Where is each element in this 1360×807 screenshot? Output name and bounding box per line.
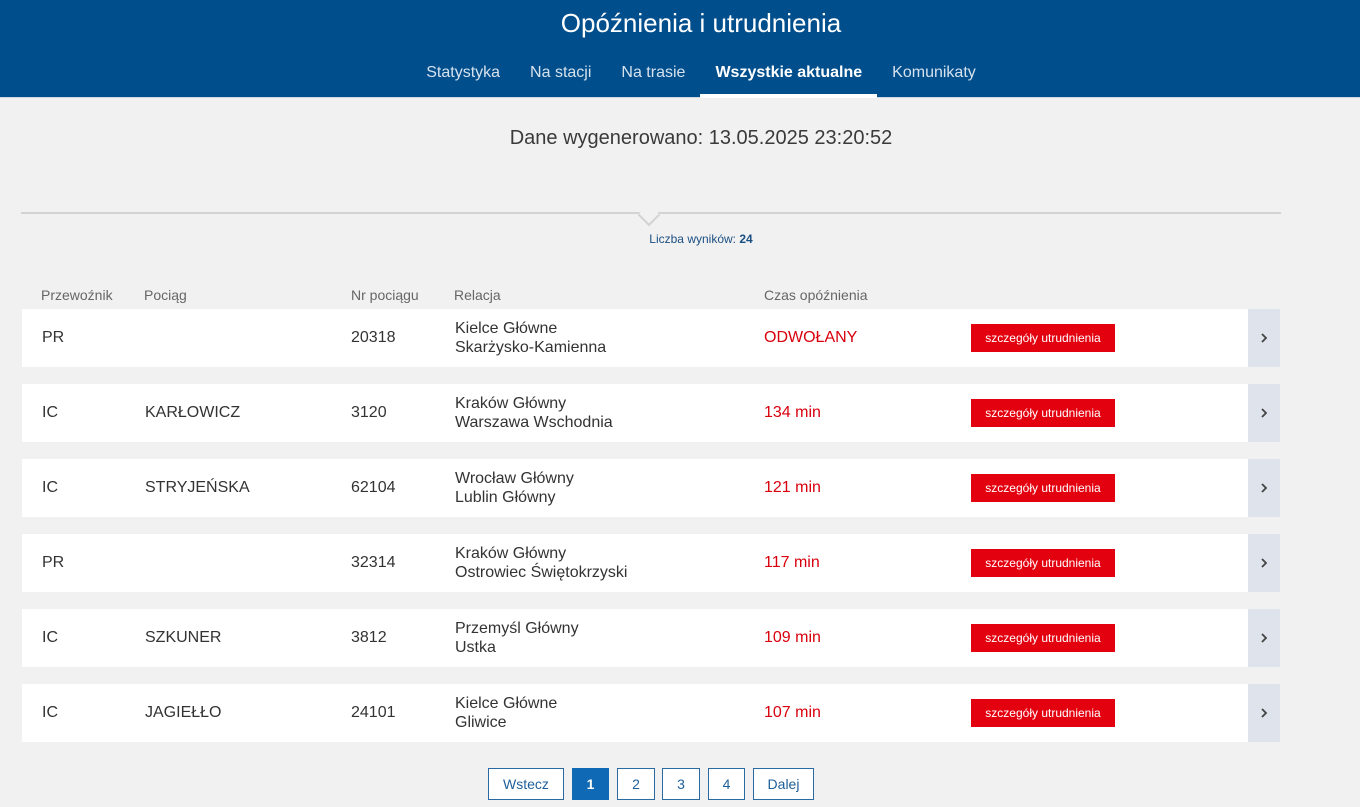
results-count: Liczba wyników: 24: [0, 232, 1360, 246]
relation-to: Ustka: [455, 639, 496, 656]
col-relation: Relacja: [454, 287, 501, 303]
chevron-right-icon: [1261, 708, 1268, 718]
relation-from: Przemyśl Główny: [455, 620, 579, 637]
pagination: Wstecz 1 2 3 4 Dalej: [0, 768, 1360, 800]
cell-train-number: 3812: [351, 629, 387, 646]
generated-timestamp: Dane wygenerowano: 13.05.2025 23:20:52: [509, 127, 893, 149]
chevron-right-icon: [1261, 483, 1268, 493]
expand-row-button[interactable]: [1248, 459, 1280, 517]
cell-train-number: 20318: [351, 329, 396, 346]
col-train: Pociąg: [144, 287, 187, 303]
cell-delay: 109 min: [764, 629, 821, 646]
main-nav: Statystyka Na stacji Na trasie Wszystkie…: [0, 56, 1360, 98]
page-header: Opóźnienia i utrudnienia Statystyka Na s…: [0, 0, 1360, 98]
table-row: IC KARŁOWICZ 3120 Kraków Główny Warszawa…: [22, 384, 1280, 442]
cell-relation: Przemyśl Główny Ustka: [455, 619, 579, 657]
relation-to: Gliwice: [455, 714, 507, 731]
cell-train-name: KARŁOWICZ: [145, 404, 241, 421]
cell-train-name: STRYJEŃSKA: [145, 479, 250, 496]
details-button[interactable]: szczegóły utrudnienia: [971, 549, 1115, 577]
relation-to: Warszawa Wschodnia: [455, 414, 613, 431]
relation-to: Lublin Główny: [455, 489, 556, 506]
table-row: IC JAGIEŁŁO 24101 Kielce Główne Gliwice …: [22, 684, 1280, 742]
cell-delay: 134 min: [764, 404, 821, 421]
cell-carrier: IC: [42, 704, 58, 721]
chevron-right-icon: [1261, 333, 1268, 343]
col-delay: Czas opóźnienia: [764, 287, 868, 303]
tab-wszystkie-aktualne[interactable]: Wszystkie aktualne: [700, 56, 878, 98]
page-button-3[interactable]: 3: [662, 768, 700, 800]
relation-from: Kielce Główne: [455, 695, 558, 712]
tab-komunikaty[interactable]: Komunikaty: [877, 56, 991, 98]
cell-relation: Kraków Główny Warszawa Wschodnia: [455, 394, 613, 432]
divider-notch: [637, 203, 661, 227]
table-row: PR 32314 Kraków Główny Ostrowiec Świętok…: [22, 534, 1280, 592]
cell-train-name: SZKUNER: [145, 629, 222, 646]
details-button[interactable]: szczegóły utrudnienia: [971, 699, 1115, 727]
cell-carrier: IC: [42, 629, 58, 646]
tab-na-trasie[interactable]: Na trasie: [606, 56, 700, 98]
next-page-button[interactable]: Dalej: [753, 768, 814, 800]
results-count-label: Liczba wyników:: [649, 232, 736, 246]
details-button[interactable]: szczegóły utrudnienia: [971, 324, 1115, 352]
relation-from: Wrocław Główny: [455, 470, 574, 487]
expand-row-button[interactable]: [1248, 684, 1280, 742]
cell-delay: 107 min: [764, 704, 821, 721]
details-button[interactable]: szczegóły utrudnienia: [971, 399, 1115, 427]
cell-delay: ODWOŁANY: [764, 329, 858, 346]
table-row: IC SZKUNER 3812 Przemyśl Główny Ustka 10…: [22, 609, 1280, 667]
cell-relation: Kielce Główne Gliwice: [455, 694, 557, 732]
cell-train-number: 24101: [351, 704, 396, 721]
tab-na-stacji[interactable]: Na stacji: [515, 56, 606, 98]
results-count-value: 24: [739, 232, 753, 246]
table-row: PR 20318 Kielce Główne Skarżysko-Kamienn…: [22, 309, 1280, 367]
cell-carrier: PR: [42, 329, 65, 346]
relation-to: Ostrowiec Świętokrzyski: [455, 564, 628, 581]
details-button[interactable]: szczegóły utrudnienia: [971, 474, 1115, 502]
cell-delay: 117 min: [764, 554, 820, 571]
page-button-1[interactable]: 1: [572, 768, 609, 800]
col-number: Nr pociągu: [351, 287, 419, 303]
tab-statystyka[interactable]: Statystyka: [411, 56, 515, 98]
col-carrier: Przewoźnik: [41, 287, 113, 303]
cell-train-number: 3120: [351, 404, 387, 421]
expand-row-button[interactable]: [1248, 309, 1280, 367]
chevron-right-icon: [1261, 558, 1268, 568]
chevron-right-icon: [1261, 408, 1268, 418]
details-button[interactable]: szczegóły utrudnienia: [971, 624, 1115, 652]
cell-relation: Kielce Główne Skarżysko-Kamienna: [455, 319, 606, 357]
cell-relation: Wrocław Główny Lublin Główny: [455, 469, 574, 507]
page-title: Opóźnienia i utrudnienia: [560, 8, 842, 38]
cell-delay: 121 min: [764, 479, 821, 496]
chevron-right-icon: [1261, 633, 1268, 643]
expand-row-button[interactable]: [1248, 609, 1280, 667]
cell-train-number: 62104: [351, 479, 396, 496]
table-row: IC STRYJEŃSKA 62104 Wrocław Główny Lubli…: [22, 459, 1280, 517]
cell-carrier: IC: [42, 479, 58, 496]
relation-from: Kraków Główny: [455, 395, 567, 412]
cell-train-name: JAGIEŁŁO: [145, 704, 222, 721]
cell-relation: Kraków Główny Ostrowiec Świętokrzyski: [455, 544, 627, 582]
relation-from: Kraków Główny: [455, 545, 567, 562]
table-header: Przewoźnik Pociąg Nr pociągu Relacja Cza…: [21, 287, 1280, 307]
expand-row-button[interactable]: [1248, 534, 1280, 592]
expand-row-button[interactable]: [1248, 384, 1280, 442]
relation-to: Skarżysko-Kamienna: [455, 339, 607, 356]
cell-carrier: IC: [42, 404, 58, 421]
cell-train-number: 32314: [351, 554, 396, 571]
relation-from: Kielce Główne: [455, 320, 558, 337]
cell-carrier: PR: [42, 554, 65, 571]
page-button-2[interactable]: 2: [617, 768, 655, 800]
prev-page-button[interactable]: Wstecz: [488, 768, 564, 800]
page-button-4[interactable]: 4: [708, 768, 745, 800]
